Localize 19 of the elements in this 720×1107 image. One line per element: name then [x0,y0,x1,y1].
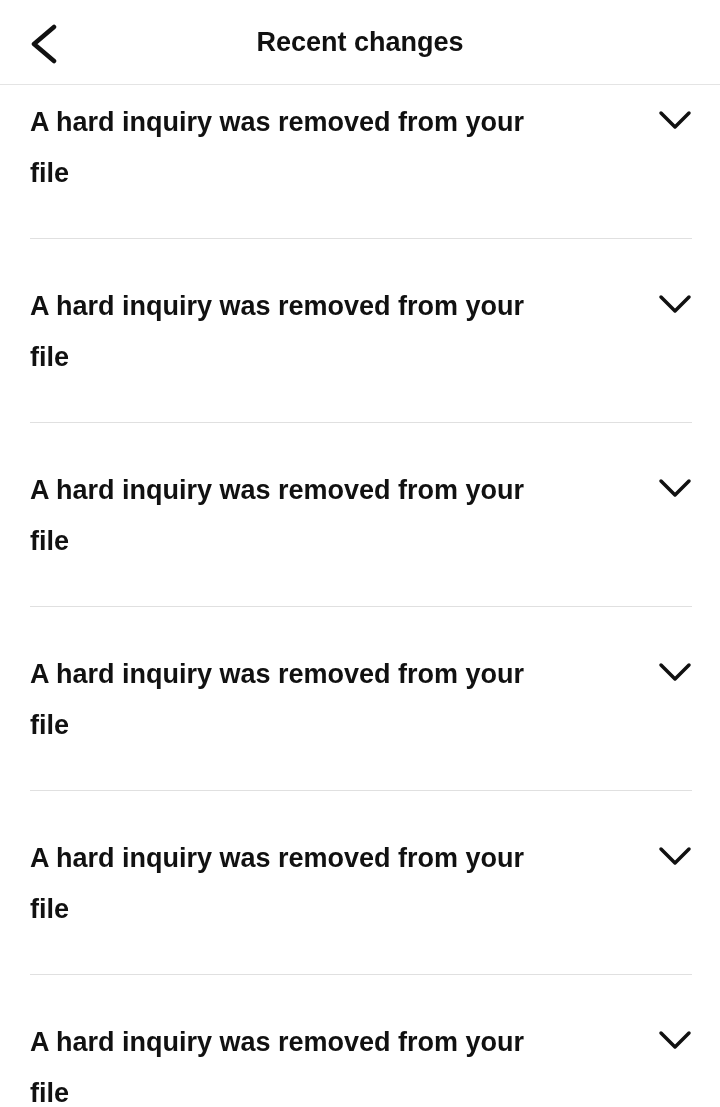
chevron-icon [658,1030,692,1050]
change-text: A hard inquiry was removed from your file [30,290,526,374]
change-text: A hard inquiry was removed from your file [30,1026,526,1107]
chevron-icon [658,846,692,866]
change-item[interactable]: A hard inquiry was removed from your file [30,85,692,239]
change-text: A hard inquiry was removed from your file [30,658,526,742]
change-item[interactable]: A hard inquiry was removed from your file [30,975,692,1107]
change-text: A hard inquiry was removed from your file [30,106,526,190]
change-item[interactable]: A hard inquiry was removed from your file [30,607,692,791]
change-item[interactable]: A hard inquiry was removed from your file [30,423,692,607]
chevron-icon [658,478,692,498]
change-item[interactable]: A hard inquiry was removed from your file [30,239,692,423]
change-text: A hard inquiry was removed from your file [30,474,526,558]
page-title: Recent changes [256,26,464,58]
chevron-icon [658,662,692,682]
chevron-icon [658,294,692,314]
change-item[interactable]: A hard inquiry was removed from your file [30,791,692,975]
change-text: A hard inquiry was removed from your file [30,842,526,926]
chevron-icon [658,110,692,130]
